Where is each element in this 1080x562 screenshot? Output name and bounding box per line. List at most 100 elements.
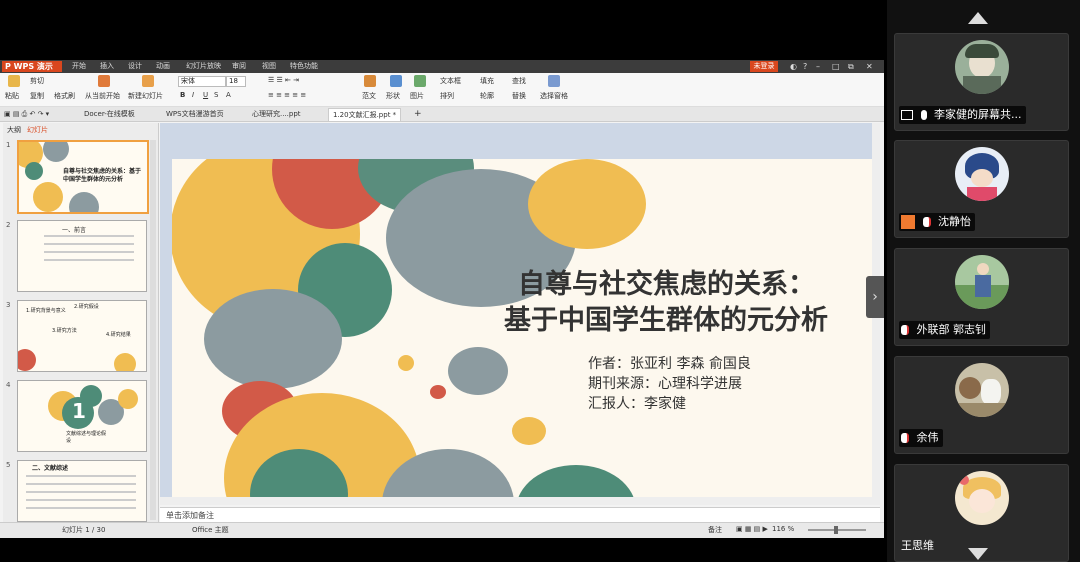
help-icon[interactable]: ? <box>803 60 807 73</box>
scroll-up-icon[interactable] <box>968 12 988 24</box>
italic-icon[interactable]: I <box>192 91 194 99</box>
participant-card[interactable]: 外联部 郭志钊 <box>894 248 1069 346</box>
tab-slides[interactable]: 幻灯片 <box>27 125 48 135</box>
theme-name: Office 主题 <box>192 526 229 534</box>
maximize-icon[interactable]: □ <box>832 60 840 73</box>
avatar <box>955 255 1009 309</box>
menu-review[interactable]: 审阅 <box>232 60 246 73</box>
format-painter-button[interactable]: 格式刷 <box>54 91 75 101</box>
tab-wps-home[interactable]: WPS文档漫游首页 <box>162 108 228 120</box>
select-pane-button[interactable]: 选择窗格 <box>540 91 568 101</box>
new-tab-icon[interactable]: + <box>414 109 422 119</box>
thumbnail-scrollbar[interactable] <box>150 140 156 520</box>
quick-access-icons[interactable]: ▣ ▤ ⎙ ↶ ↷ ▾ <box>4 110 49 119</box>
list-icons[interactable]: ☰ ☰ ⇤ ⇥ <box>268 76 299 84</box>
paste-button[interactable]: 粘贴 <box>5 91 19 101</box>
zoom-level[interactable]: 116 % <box>772 525 794 533</box>
textbox-button[interactable]: 文本框 <box>440 76 461 86</box>
slide-thumbnail-3[interactable]: 1.研究背景与意义 2.研究假设 3.研究方法 4.研究结果 <box>17 300 147 372</box>
wps-presentation-window: P WPS 演示 开始 插入 设计 动画 幻灯片放映 审阅 视图 特色功能 未登… <box>0 60 884 538</box>
picture-icon[interactable] <box>414 75 426 87</box>
tab-current-presentation[interactable]: 1.20文献汇报.ppt * <box>328 108 402 121</box>
paste-icon[interactable] <box>8 75 20 87</box>
slide-thumbnail-5[interactable]: 二、文献综述 <box>17 460 147 522</box>
thumb2-title: 一、前言 <box>62 227 87 234</box>
thumb3-label-2: 2.研究假设 <box>74 304 99 310</box>
menu-home[interactable]: 开始 <box>72 60 86 73</box>
minimize-icon[interactable]: – <box>816 60 820 73</box>
restore-icon[interactable]: ⧉ <box>848 60 854 73</box>
zoom-slider-thumb[interactable] <box>834 526 838 534</box>
slide-subtitle[interactable]: 作者：张亚利 李森 俞国良 期刊来源：心理科学进展 汇报人：李家健 <box>588 354 751 414</box>
font-color-icon[interactable]: A <box>226 91 231 99</box>
bold-icon[interactable]: B <box>180 91 185 99</box>
shape-button[interactable]: 形状 <box>386 91 400 101</box>
view-mode-icons[interactable]: ▣ ▦ ▤ ▶ <box>736 525 768 533</box>
status-bar: 幻灯片 1 / 30 Office 主题 备注 ▣ ▦ ▤ ▶ 116 % <box>0 522 884 538</box>
tab-psych-research[interactable]: 心理研究....ppt <box>248 108 305 120</box>
thumb4-label: 文献综述与理论假设 <box>66 431 107 444</box>
decor-circle <box>516 465 636 498</box>
mic-icon <box>920 110 927 120</box>
scroll-down-icon[interactable] <box>968 548 988 560</box>
mic-muted-icon <box>901 325 909 335</box>
slide-title-line2: 基于中国学生群体的元分析 <box>504 305 828 336</box>
login-button[interactable]: 未登录 <box>750 61 778 72</box>
user-icon <box>901 215 915 229</box>
menu-insert[interactable]: 插入 <box>100 60 114 73</box>
new-slide-icon[interactable] <box>142 75 154 87</box>
participant-card[interactable]: 沈静怡 <box>894 140 1069 238</box>
fill-button[interactable]: 填充 <box>480 76 494 86</box>
notes-pane[interactable]: 单击添加备注 <box>160 507 880 522</box>
menu-design[interactable]: 设计 <box>128 60 142 73</box>
menu-view[interactable]: 视图 <box>262 60 276 73</box>
menu-animation[interactable]: 动画 <box>156 60 170 73</box>
picture-button[interactable]: 图片 <box>410 91 424 101</box>
thumb3-label-3: 3.研究方法 <box>52 328 77 334</box>
copy-button[interactable]: 复制 <box>30 91 44 101</box>
cut-button[interactable]: 剪切 <box>30 76 44 86</box>
participant-name-tag: 沈静怡 <box>899 213 975 231</box>
slide-title[interactable]: 自尊与社交焦虑的关系： 基于中国学生群体的元分析 <box>504 267 828 339</box>
decor-circle <box>448 347 508 395</box>
ribbon-toolbar: 粘贴 剪切 复制 格式刷 从当前开始 新建幻灯片 宋体 18 B I U S A… <box>0 73 884 107</box>
template-icon[interactable] <box>364 75 376 87</box>
menu-slideshow[interactable]: 幻灯片放映 <box>186 60 221 73</box>
align-icons[interactable]: ≡ ≡ ≡ ≡ ≡ <box>268 91 306 99</box>
mic-muted-icon <box>922 217 931 227</box>
font-name-select[interactable]: 宋体 <box>178 76 226 87</box>
strikethrough-icon[interactable]: S <box>214 91 218 99</box>
arrange-button[interactable]: 排列 <box>440 91 454 101</box>
slide-thumbnail-1[interactable]: 自尊与社交焦虑的关系：基于中国学生群体的元分析 <box>17 140 149 214</box>
participant-card[interactable]: 李家健的屏幕共... <box>894 33 1069 131</box>
notes-toggle-button[interactable]: 备注 <box>708 525 722 535</box>
tab-docer[interactable]: Docer-在线模板 <box>80 108 139 120</box>
slide-horizontal-scrollbar[interactable] <box>160 497 872 505</box>
tab-outline[interactable]: 大纲 <box>7 125 21 135</box>
thumb5-title: 二、文献综述 <box>32 465 69 472</box>
close-icon[interactable]: ✕ <box>866 60 873 73</box>
font-size-select[interactable]: 18 <box>226 76 246 87</box>
slide-journal: 期刊来源：心理科学进展 <box>588 376 742 392</box>
slide-thumbnail-panel: 大纲 幻灯片 1 自尊与社交焦虑的关系：基于中国学生群体的元分析 2 一、前言 … <box>3 123 159 523</box>
wps-logo-button[interactable]: P WPS 演示 <box>2 61 62 72</box>
new-slide-button[interactable]: 新建幻灯片 <box>128 91 163 101</box>
find-button[interactable]: 查找 <box>512 76 526 86</box>
slide-thumbnail-4[interactable]: 1 文献综述与理论假设 <box>17 380 147 452</box>
select-pane-icon[interactable] <box>548 75 560 87</box>
underline-icon[interactable]: U <box>203 91 208 99</box>
from-current-button[interactable]: 从当前开始 <box>85 91 120 101</box>
menu-features[interactable]: 特色功能 <box>290 60 318 73</box>
participant-name: 沈静怡 <box>938 215 971 228</box>
replace-button[interactable]: 替换 <box>512 91 526 101</box>
slide-thumbnail-2[interactable]: 一、前言 <box>17 220 147 292</box>
participant-name: 余伟 <box>916 431 939 444</box>
template-button[interactable]: 范文 <box>362 91 376 101</box>
collapse-panel-button[interactable]: › <box>866 276 884 318</box>
current-slide[interactable]: 自尊与社交焦虑的关系： 基于中国学生群体的元分析 作者：张亚利 李森 俞国良 期… <box>172 159 872 498</box>
shape-icon[interactable] <box>390 75 402 87</box>
play-from-current-icon[interactable] <box>98 75 110 87</box>
outline-button[interactable]: 轮廓 <box>480 91 494 101</box>
skin-icon[interactable]: ◐ <box>790 60 797 73</box>
participant-card[interactable]: 余伟 <box>894 356 1069 454</box>
